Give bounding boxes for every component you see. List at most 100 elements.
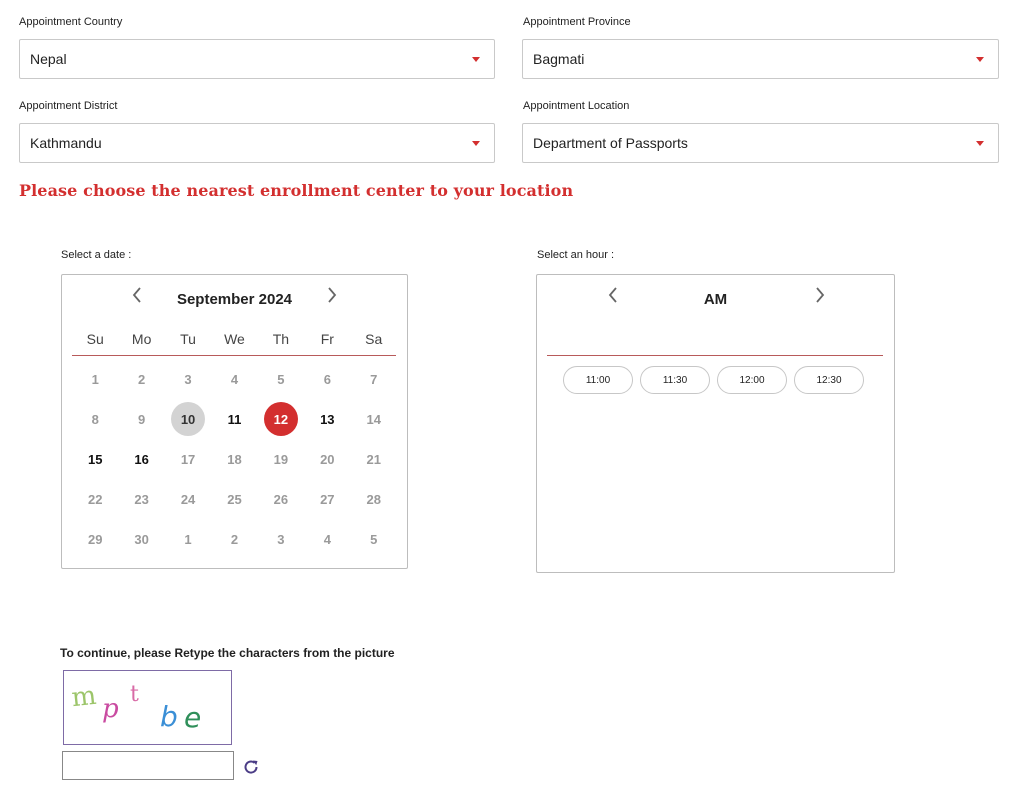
day-number: 29: [87, 531, 103, 547]
day-number: 17: [180, 451, 196, 467]
day-number: 30: [134, 531, 149, 547]
day-number: 6: [323, 371, 331, 387]
weekday-label: Mo: [131, 331, 152, 347]
calendar-day: 1: [72, 359, 118, 399]
calendar-day[interactable]: 15: [72, 439, 118, 479]
province-label: Appointment Province: [523, 16, 631, 28]
calendar-day: 27: [304, 479, 350, 519]
calendar-header: September 2024: [62, 285, 407, 315]
day-number: 13: [320, 411, 335, 427]
calendar-day: 21: [351, 439, 397, 479]
svg-text:t: t: [130, 682, 139, 707]
date-picker: September 2024 Su Mo Tu We Th Fr Sa 1234567891…: [61, 274, 408, 569]
calendar-day: 26: [258, 479, 304, 519]
day-number: 8: [91, 411, 99, 427]
weekday-label: Sa: [365, 331, 383, 347]
caret-down-icon: [976, 141, 984, 146]
calendar-day: 3: [165, 359, 211, 399]
svg-text:m: m: [70, 681, 98, 713]
enrollment-notice: Please choose the nearest enrollment cen…: [19, 181, 574, 200]
caret-down-icon: [472, 141, 480, 146]
calendar-week: 22 23 24 25 26 27 28: [72, 479, 397, 519]
calendar-day: 17: [165, 439, 211, 479]
location-label: Appointment Location: [523, 100, 630, 112]
calendar-day: 4: [304, 519, 350, 559]
day-number: 1: [91, 371, 99, 387]
day-number: 24: [180, 491, 196, 507]
today-date[interactable]: 10: [165, 399, 211, 439]
refresh-icon: [244, 760, 258, 774]
period-title: AM: [703, 291, 728, 308]
day-number: 4: [323, 531, 331, 547]
location-select[interactable]: Department of Passports: [522, 123, 999, 163]
day-number: 7: [370, 371, 378, 387]
day-number: 3: [184, 371, 192, 387]
weekday-label: Su: [86, 331, 104, 347]
time-slot-button[interactable]: 11:30: [640, 366, 710, 394]
calendar-day: 2: [211, 519, 257, 559]
month-title: September 2024: [176, 291, 293, 308]
hour-picker-label: Select an hour :: [537, 249, 615, 261]
refresh-captcha-button[interactable]: [242, 758, 260, 776]
day-number: 26: [273, 491, 289, 507]
selected-date[interactable]: 12: [258, 399, 304, 439]
captcha-prompt: To continue, please Retype the character…: [60, 646, 395, 660]
province-value: Bagmati: [533, 51, 585, 67]
hour-picker: AM 11:00 11:30 12:00 12:30: [536, 274, 895, 573]
chevron-right-icon: [328, 287, 337, 303]
caret-down-icon: [472, 57, 480, 62]
captcha-picture: m p t b e: [70, 681, 201, 734]
next-period-button[interactable]: [808, 287, 832, 313]
day-number: 20: [320, 451, 335, 467]
day-number: 28: [366, 491, 381, 507]
calendar-day[interactable]: 16: [118, 439, 164, 479]
country-select[interactable]: Nepal: [19, 39, 495, 79]
time-slot-button[interactable]: 12:30: [794, 366, 864, 394]
day-number: 4: [230, 371, 239, 387]
calendar-day: 30: [118, 519, 164, 559]
country-value: Nepal: [30, 51, 67, 67]
calendar-day: 8: [72, 399, 118, 439]
day-number: 21: [366, 451, 381, 467]
divider: [72, 355, 396, 356]
calendar-day: 1: [165, 519, 211, 559]
calendar-day: 7: [351, 359, 397, 399]
hour-header: AM: [537, 285, 894, 315]
calendar-day[interactable]: 13: [304, 399, 350, 439]
location-value: Department of Passports: [533, 135, 688, 151]
calendar-day: 6: [304, 359, 350, 399]
weekday-label: Tu: [180, 331, 196, 347]
day-number: 3: [277, 531, 285, 547]
calendar-week: 1 2 3 4 5 6 7: [72, 359, 397, 399]
time-slot-button[interactable]: 12:00: [717, 366, 787, 394]
calendar-day: 2: [118, 359, 164, 399]
captcha-input[interactable]: [62, 751, 234, 780]
day-number: 12: [263, 402, 298, 436]
day-number: 16: [134, 451, 149, 467]
calendar-day: 4: [211, 359, 257, 399]
day-number: 5: [277, 371, 285, 387]
day-number: 2: [230, 531, 239, 547]
weekday-label: Th: [272, 331, 290, 347]
calendar-day: 19: [258, 439, 304, 479]
svg-text:e: e: [184, 701, 201, 734]
day-number: 1: [184, 531, 192, 547]
day-number: 25: [227, 491, 242, 507]
captcha-image: m p t b e: [63, 670, 232, 745]
day-number: 18: [227, 451, 242, 467]
date-picker-label: Select a date :: [61, 249, 132, 261]
calendar-week: 8 9 10 11 12 13 14: [72, 399, 397, 439]
province-select[interactable]: Bagmati: [522, 39, 999, 79]
day-number: 22: [87, 491, 103, 507]
calendar-day: 29: [72, 519, 118, 559]
weekday-header: Su Mo Tu We Th Fr Sa: [72, 331, 397, 353]
next-month-button[interactable]: [320, 287, 344, 313]
time-slot-button[interactable]: 11:00: [563, 366, 633, 394]
calendar-day[interactable]: 11: [211, 399, 257, 439]
day-number: 9: [138, 411, 146, 427]
svg-text:b: b: [160, 700, 178, 733]
district-select[interactable]: Kathmandu: [19, 123, 495, 163]
divider: [547, 355, 883, 356]
calendar-day: 5: [258, 359, 304, 399]
country-label: Appointment Country: [19, 16, 123, 28]
